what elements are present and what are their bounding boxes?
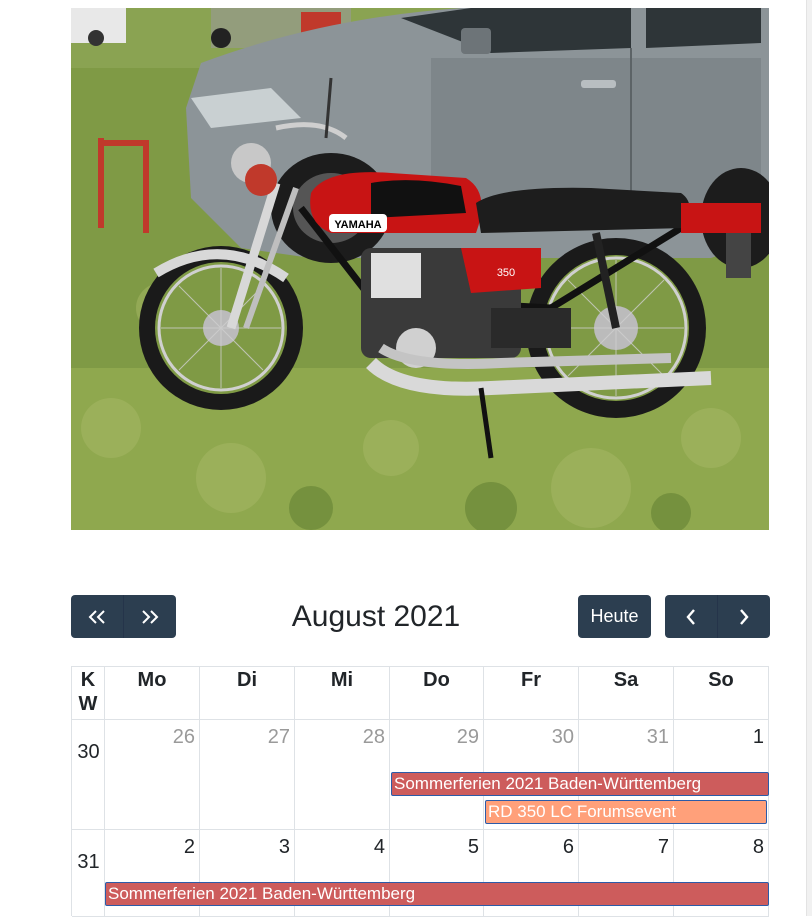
weekday-header-mi: Mi	[295, 667, 390, 720]
day-number: 8	[752, 836, 764, 858]
week-number: 30	[77, 741, 100, 763]
chevron-left-icon	[685, 608, 697, 626]
kw-header: K W	[72, 667, 105, 720]
weekday-header-fr: Fr	[484, 667, 579, 720]
side-cover-text: 350	[497, 267, 515, 279]
kw-header-line-1: K	[80, 669, 96, 691]
calendar-event[interactable]: Sommerferien 2021 Baden-Württemberg	[391, 772, 769, 796]
week-number: 31	[77, 851, 100, 873]
next-year-button[interactable]	[123, 595, 176, 638]
motorcycle-photo: YAMAHA 350	[71, 8, 769, 530]
calendar-event[interactable]: RD 350 LC Forumsevent	[485, 800, 767, 824]
day-cell[interactable]: 28	[295, 720, 390, 830]
day-number: 7	[657, 836, 669, 858]
double-chevron-left-icon	[88, 609, 106, 625]
day-cell[interactable]: 27	[200, 720, 295, 830]
calendar-title: August 2021	[291, 600, 461, 633]
week-number-cell: 30	[72, 720, 105, 830]
prev-year-button[interactable]	[71, 595, 123, 638]
day-number: 30	[551, 726, 574, 748]
next-month-button[interactable]	[717, 595, 770, 638]
tank-brand-text: YAMAHA	[334, 219, 381, 231]
weekday-header-mo: Mo	[105, 667, 200, 720]
day-number: 3	[278, 836, 290, 858]
kw-header-line-2: W	[78, 693, 98, 715]
day-number: 26	[172, 726, 195, 748]
day-number: 4	[373, 836, 385, 858]
month-calendar: K W Mo Di Mi Do Fr Sa So 30 26 27 28 29 …	[71, 666, 769, 917]
weekday-header-do: Do	[390, 667, 484, 720]
day-number: 2	[183, 836, 195, 858]
double-chevron-right-icon	[141, 609, 159, 625]
day-number: 29	[456, 726, 479, 748]
day-number: 6	[562, 836, 574, 858]
today-button[interactable]: Heute	[578, 595, 651, 638]
month-nav-group	[665, 595, 770, 638]
week-number-cell: 31	[72, 830, 105, 917]
prev-month-button[interactable]	[665, 595, 717, 638]
page-scrollbar[interactable]	[806, 0, 812, 916]
day-number: 28	[362, 726, 385, 748]
chevron-right-icon	[738, 608, 750, 626]
day-number: 5	[467, 836, 479, 858]
day-cell[interactable]: 26	[105, 720, 200, 830]
calendar-event[interactable]: Sommerferien 2021 Baden-Württemberg	[105, 882, 769, 906]
day-number: 31	[646, 726, 669, 748]
weekday-header-so: So	[674, 667, 769, 720]
weekday-header-di: Di	[200, 667, 295, 720]
weekday-header-sa: Sa	[579, 667, 674, 720]
day-number: 1	[752, 726, 764, 748]
year-nav-group	[71, 595, 176, 638]
day-number: 27	[267, 726, 290, 748]
